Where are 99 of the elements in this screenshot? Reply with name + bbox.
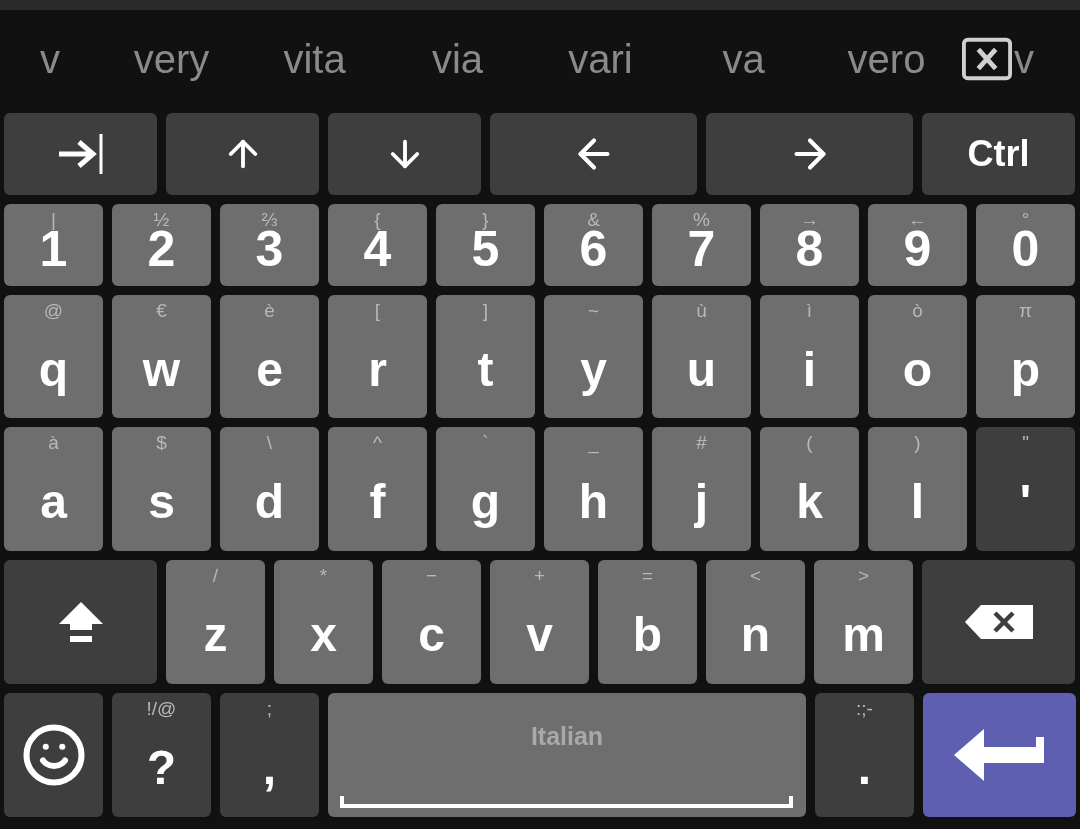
key[interactable]: [ r	[328, 295, 427, 418]
key[interactable]: " '	[976, 427, 1075, 551]
key-hint: ;	[265, 699, 274, 719]
key-hint: ò	[911, 301, 924, 321]
key[interactable]: $ s	[112, 427, 211, 551]
key-hint: @	[42, 301, 65, 321]
key-hint: [	[373, 301, 382, 321]
key-hint: `	[481, 433, 490, 453]
close-icon[interactable]	[962, 37, 1012, 81]
key-hint: è	[263, 301, 276, 321]
key[interactable]: →8	[760, 204, 859, 286]
key-hint: €	[155, 301, 168, 321]
key-hint: "	[1021, 433, 1030, 453]
key[interactable]: :;- .	[815, 693, 914, 817]
key[interactable]: °0	[976, 204, 1075, 286]
key-hint: (	[805, 433, 814, 453]
key[interactable]: * x	[274, 560, 373, 684]
key-hint: $	[155, 433, 168, 453]
key[interactable]: |1	[4, 204, 103, 286]
key-hint: !/@	[145, 699, 178, 719]
key[interactable]: ù u	[652, 295, 751, 418]
key-hint: #	[695, 433, 708, 453]
key-hint: ù	[695, 301, 708, 321]
suggestion[interactable]: vero	[847, 34, 926, 84]
key[interactable]: ) l	[868, 427, 967, 551]
backspace-key[interactable]	[922, 560, 1075, 684]
key[interactable]: = b	[598, 560, 697, 684]
key-hint: −	[424, 566, 439, 586]
key-hint: %	[692, 210, 711, 230]
key[interactable]: − c	[382, 560, 481, 684]
key-hint: ⅔	[260, 210, 279, 230]
backspace-icon	[964, 605, 1033, 639]
key-hint: _	[587, 433, 600, 453]
key[interactable]: @ q	[4, 295, 103, 418]
key-hint: ½	[152, 210, 171, 230]
ctrl-key[interactable]: Ctrl	[922, 113, 1075, 195]
key-hint: ì	[805, 301, 814, 321]
key[interactable]: ì i	[760, 295, 859, 418]
key-hint: <	[748, 566, 763, 586]
suggestion[interactable]: very	[133, 34, 210, 84]
shift-key[interactable]	[4, 560, 157, 684]
suggestion[interactable]: v	[40, 34, 60, 84]
key[interactable]: ⅔3	[220, 204, 319, 286]
key[interactable]: € w	[112, 295, 211, 418]
space-bar-icon	[340, 796, 793, 808]
key-hint: :;-	[855, 699, 874, 719]
emoji-key[interactable]	[4, 693, 103, 817]
key[interactable]: ò o	[868, 295, 967, 418]
key[interactable]: \ d	[220, 427, 319, 551]
key[interactable]: {4	[328, 204, 427, 286]
enter-key[interactable]	[923, 693, 1076, 817]
key-hint: \	[265, 433, 274, 453]
key-hint: °	[1020, 210, 1031, 230]
key[interactable]: π p	[976, 295, 1075, 418]
key-hint: {	[373, 210, 382, 230]
key-hint: *	[318, 566, 329, 586]
suggestion[interactable]: vita	[283, 34, 346, 84]
key[interactable]: %7	[652, 204, 751, 286]
key[interactable]: # j	[652, 427, 751, 551]
key-hint: |	[50, 210, 57, 230]
key[interactable]: > m	[814, 560, 913, 684]
key-hint: =	[640, 566, 655, 586]
key-hint: &	[586, 210, 601, 230]
key[interactable]: ] t	[436, 295, 535, 418]
key[interactable]: !/@ ?	[112, 693, 211, 817]
key[interactable]: ←9	[868, 204, 967, 286]
key-hint: >	[856, 566, 871, 586]
suggestion[interactable]: v	[1014, 34, 1034, 84]
key[interactable]: }5	[436, 204, 535, 286]
key-hint: →	[799, 210, 820, 230]
key[interactable]: < n	[706, 560, 805, 684]
key[interactable]: à a	[4, 427, 103, 551]
key[interactable]: ( k	[760, 427, 859, 551]
key-hint: ^	[372, 433, 383, 453]
key-hint: }	[481, 210, 490, 230]
key-hint: à	[47, 433, 60, 453]
key-hint: +	[532, 566, 547, 586]
key[interactable]: / z	[166, 560, 265, 684]
key-hint: )	[913, 433, 922, 453]
key[interactable]: + v	[490, 560, 589, 684]
key-hint: ]	[481, 301, 490, 321]
key[interactable]: ` g	[436, 427, 535, 551]
key-hint: ~	[586, 301, 601, 321]
language-label: Italian	[530, 721, 604, 751]
suggestion[interactable]: via	[431, 34, 484, 84]
key[interactable]: &6	[544, 204, 643, 286]
key[interactable]: _ h	[544, 427, 643, 551]
key[interactable]: è e	[220, 295, 319, 418]
suggestion[interactable]: va	[722, 34, 765, 84]
key[interactable]: ~ y	[544, 295, 643, 418]
enter-icon	[953, 729, 1046, 781]
key[interactable]: ½2	[112, 204, 211, 286]
tab-key[interactable]	[4, 113, 157, 195]
suggestion[interactable]: vari	[568, 34, 633, 84]
key-hint: π	[1017, 301, 1034, 321]
key[interactable]: ^ f	[328, 427, 427, 551]
key-hint: /	[211, 566, 220, 586]
key[interactable]: ; ,	[220, 693, 319, 817]
key-hint: ←	[907, 210, 928, 230]
